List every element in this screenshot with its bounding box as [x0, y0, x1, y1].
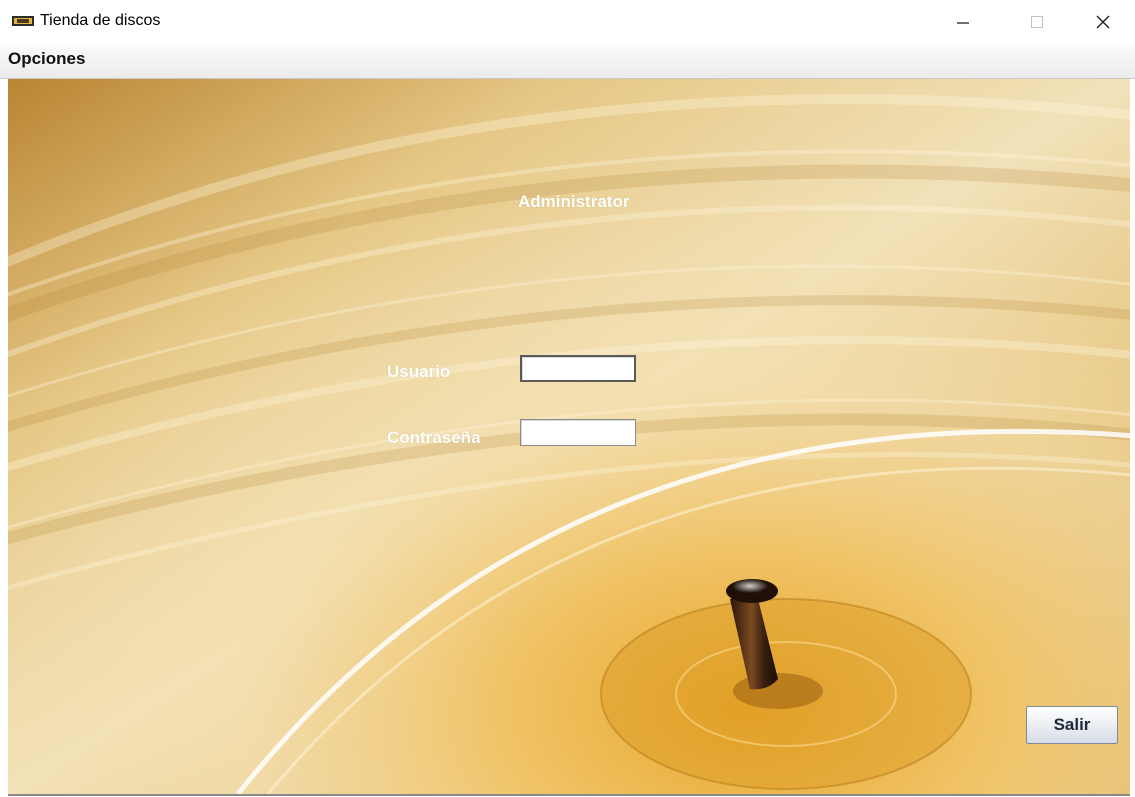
app-icon [12, 16, 34, 26]
salir-button[interactable]: Salir [1026, 706, 1118, 744]
maximize-button[interactable] [1014, 0, 1060, 44]
admin-heading: Administrator [518, 192, 630, 211]
app-window: Tienda de discos Opciones Administrator … [0, 0, 1135, 797]
title-bar[interactable]: Tienda de discos [0, 0, 1135, 44]
usuario-label: Usuario [387, 362, 451, 381]
minimize-button[interactable] [940, 0, 986, 44]
window-title: Tienda de discos [40, 12, 161, 29]
close-button[interactable] [1080, 0, 1126, 44]
contrasena-label: Contraseña [387, 428, 481, 447]
login-panel: Administrator Usuario Contraseña Salir [8, 79, 1130, 796]
menu-bar: Opciones [0, 44, 1135, 79]
menu-opciones[interactable]: Opciones [8, 49, 85, 69]
close-icon [1096, 15, 1110, 29]
contrasena-input[interactable] [520, 419, 636, 446]
minimize-icon [957, 22, 969, 24]
maximize-icon [1031, 16, 1043, 28]
usuario-input[interactable] [520, 355, 636, 382]
